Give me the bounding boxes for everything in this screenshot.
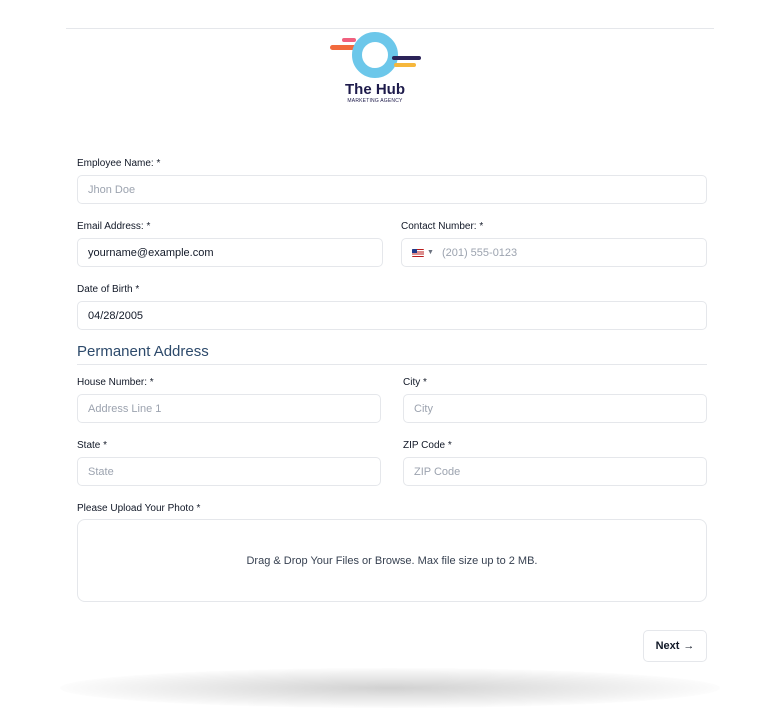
state-placeholder: State	[88, 465, 114, 478]
house-number-placeholder: Address Line 1	[88, 402, 162, 415]
city-label: City *	[403, 377, 427, 388]
contact-input[interactable]: ▼ (201) 555-0123	[401, 238, 707, 267]
house-number-label: House Number: *	[77, 377, 154, 388]
email-input[interactable]: yourname@example.com	[77, 238, 383, 267]
top-divider	[66, 28, 714, 29]
dropzone-text: Drag & Drop Your Files or Browse. Max fi…	[246, 554, 538, 567]
us-flag-icon[interactable]	[412, 248, 424, 257]
permanent-address-heading: Permanent Address	[77, 343, 209, 360]
dob-input[interactable]: 04/28/2005	[77, 301, 707, 330]
brand-name: The Hub	[345, 81, 405, 98]
zip-placeholder: ZIP Code	[414, 465, 461, 478]
employee-name-input[interactable]: Jhon Doe	[77, 175, 707, 204]
state-input[interactable]: State	[77, 457, 381, 486]
contact-placeholder: (201) 555-0123	[441, 246, 518, 259]
dob-label: Date of Birth *	[77, 284, 140, 295]
house-number-input[interactable]: Address Line 1	[77, 394, 381, 423]
country-dropdown-icon[interactable]: ▼	[427, 249, 434, 256]
dob-value: 04/28/2005	[88, 309, 144, 322]
city-placeholder: City	[414, 402, 433, 415]
next-button-label: Next	[655, 640, 680, 652]
brand-logo: The Hub MARKETING AGENCY	[322, 30, 428, 120]
state-label: State *	[77, 440, 108, 451]
section-divider	[77, 364, 707, 365]
next-button[interactable]: Next →	[643, 630, 707, 662]
email-value: yourname@example.com	[88, 246, 214, 259]
bottom-shadow	[60, 668, 720, 708]
hub-logo-icon	[330, 32, 421, 78]
zip-label: ZIP Code *	[403, 440, 452, 451]
brand-tagline: MARKETING AGENCY	[347, 98, 403, 104]
photo-dropzone[interactable]: Drag & Drop Your Files or Browse. Max fi…	[77, 519, 707, 602]
arrow-right-icon: →	[683, 640, 695, 652]
contact-label: Contact Number: *	[401, 221, 484, 232]
photo-label: Please Upload Your Photo *	[77, 503, 201, 514]
zip-input[interactable]: ZIP Code	[403, 457, 707, 486]
employee-name-label: Employee Name: *	[77, 158, 161, 169]
email-label: Email Address: *	[77, 221, 151, 232]
city-input[interactable]: City	[403, 394, 707, 423]
employee-name-placeholder: Jhon Doe	[88, 183, 136, 196]
